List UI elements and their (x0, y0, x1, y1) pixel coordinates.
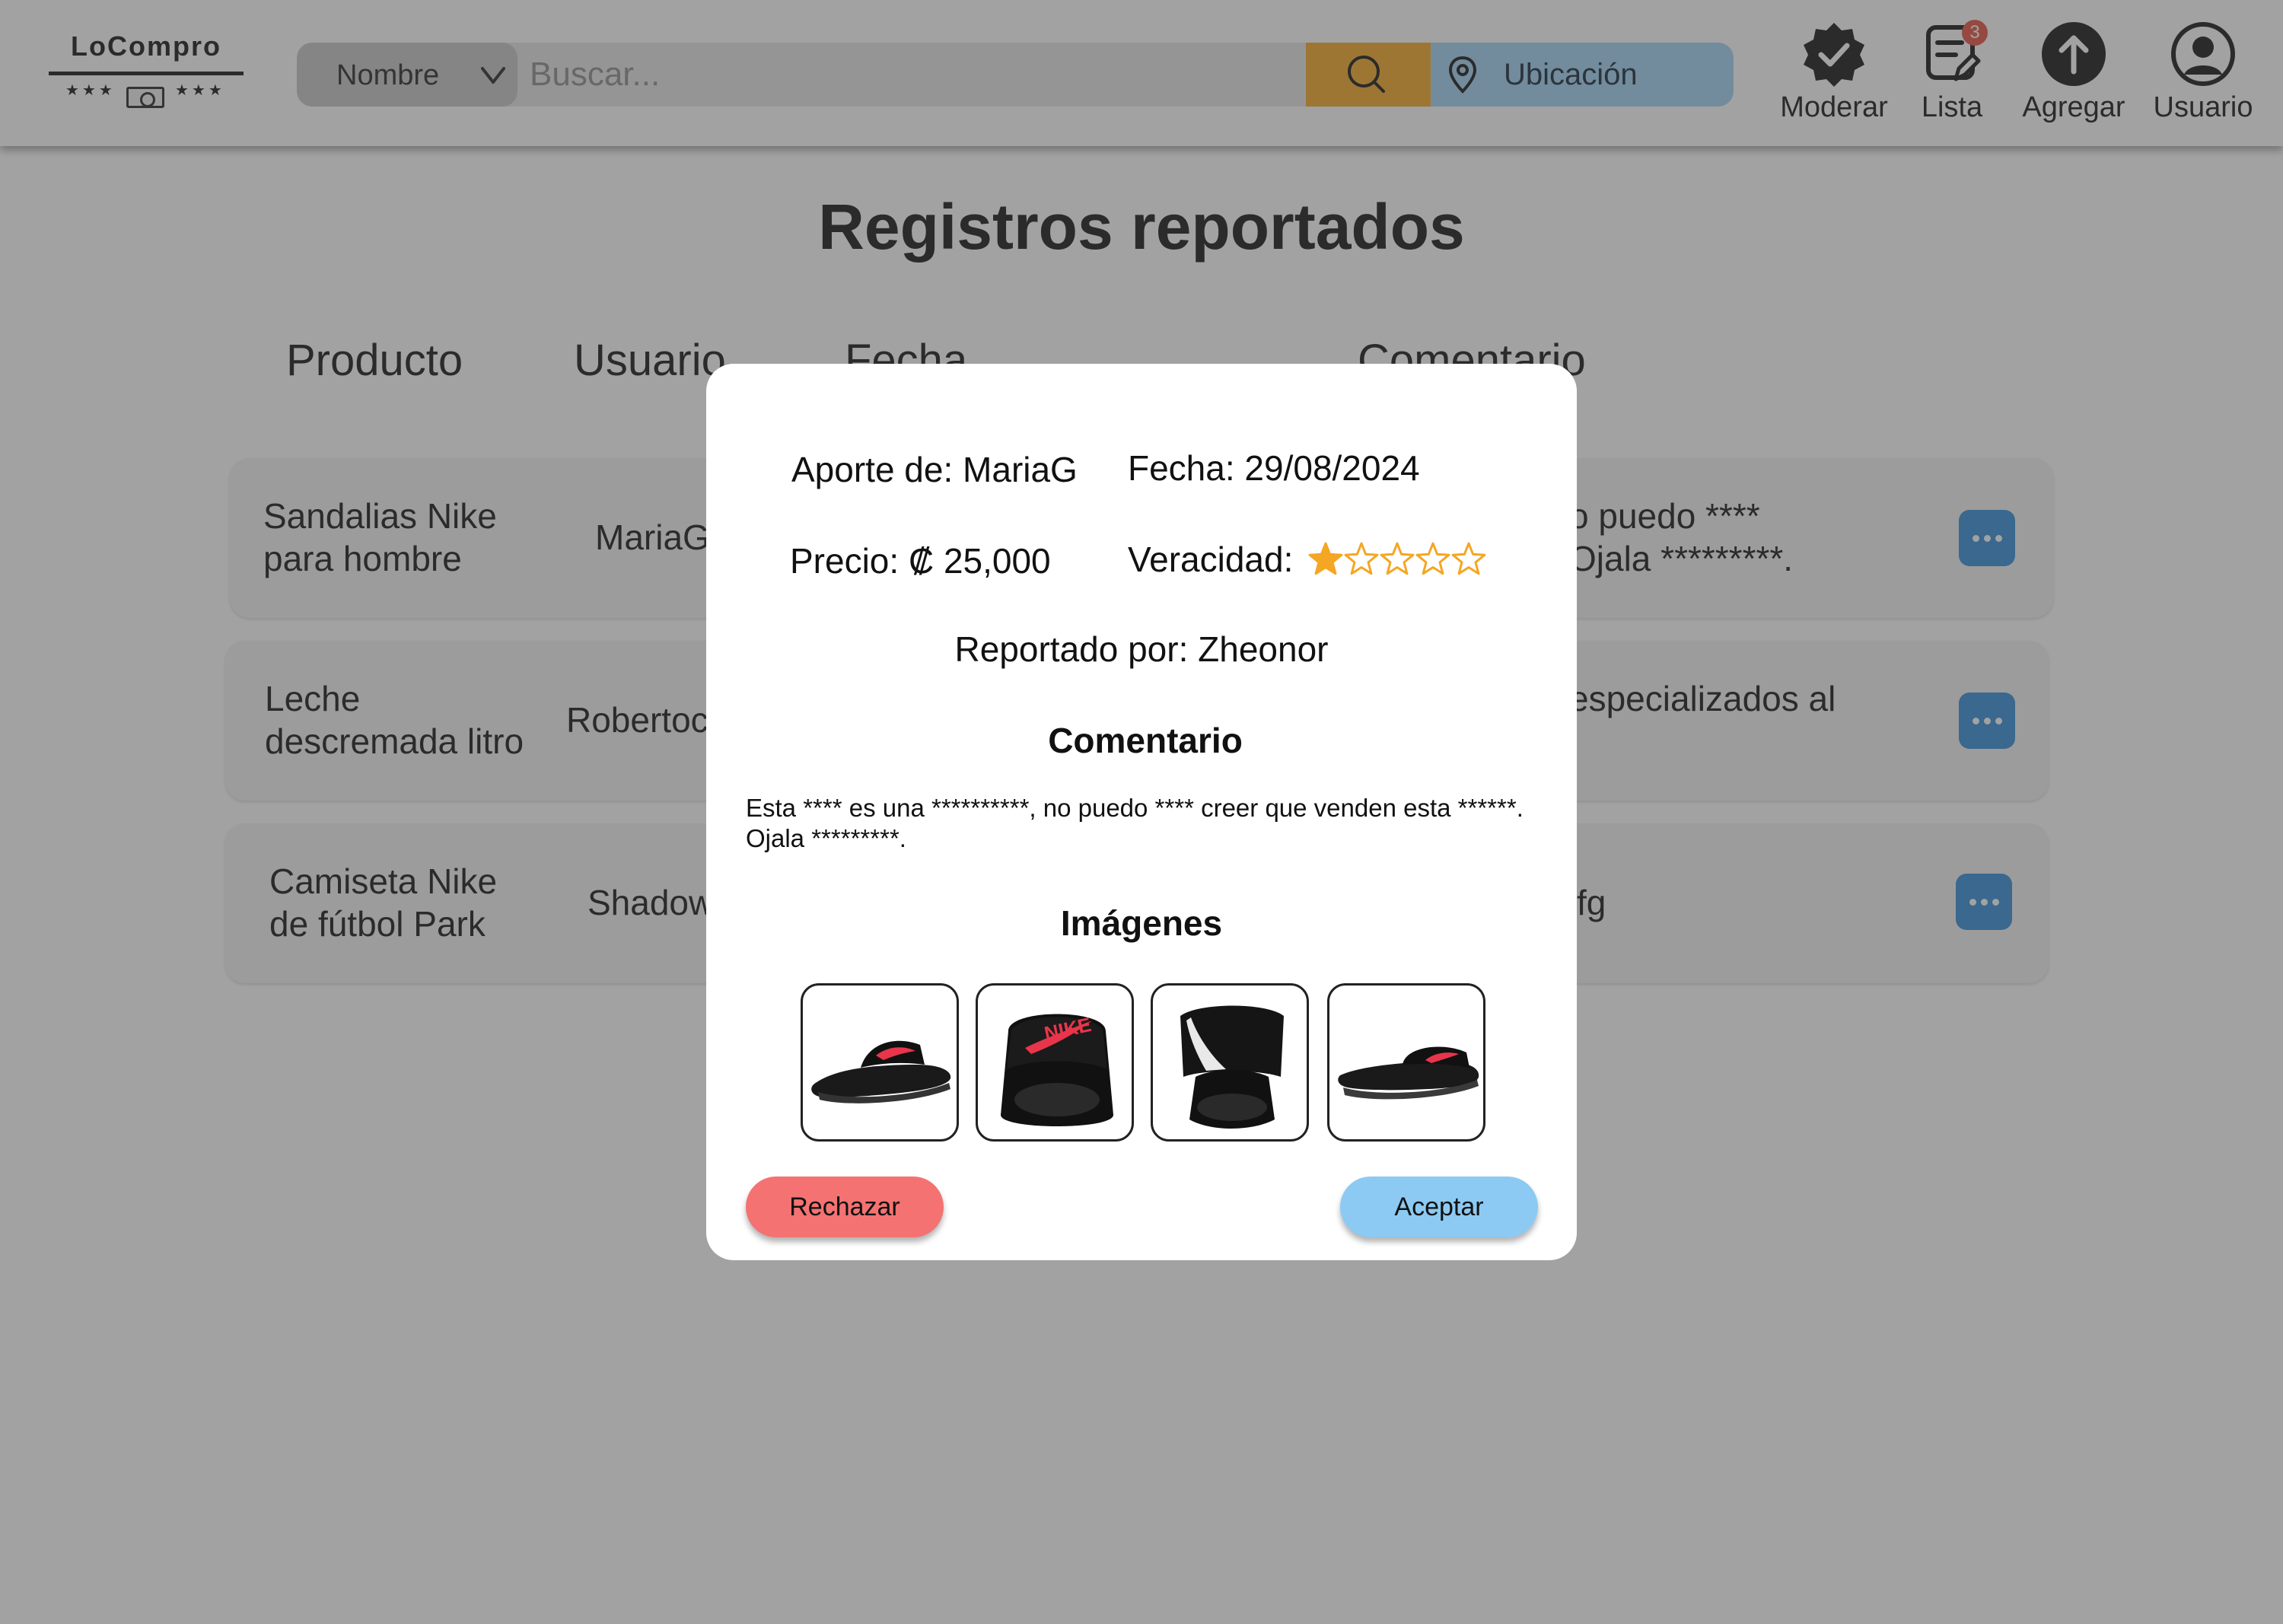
price: Precio: ₡ 25,000 (790, 541, 1051, 581)
veracity-label: Veracidad: (1128, 540, 1294, 579)
star-empty-icon (1415, 542, 1450, 575)
reject-button[interactable]: Rechazar (746, 1177, 944, 1237)
star-filled-icon (1308, 542, 1343, 575)
contribution-date: Fecha: 29/08/2024 (1128, 448, 1420, 488)
product-image[interactable] (801, 983, 959, 1142)
report-detail-modal: Aporte de: MariaG Fecha: 29/08/2024 Prec… (706, 364, 1577, 1260)
sandal-back-image (1180, 1005, 1284, 1129)
sandal-side-image (811, 1040, 951, 1103)
product-image[interactable]: NIKE (976, 983, 1134, 1142)
comment-heading: Comentario (1048, 721, 1243, 760)
comment-text: Esta **** es una **********, no puedo **… (746, 794, 1524, 852)
star-empty-icon (1451, 542, 1486, 575)
contribution-author: Aporte de: MariaG (791, 450, 1078, 489)
reported-by: Reportado por: Zheonor (954, 629, 1329, 669)
product-image[interactable] (1151, 983, 1309, 1142)
veracity-rating (1308, 542, 1486, 575)
sandal-profile-image (1338, 1046, 1479, 1100)
accept-button[interactable]: Aceptar (1340, 1177, 1538, 1237)
sandal-front-image: NIKE (1001, 1013, 1113, 1126)
product-image[interactable] (1327, 983, 1485, 1142)
images-heading: Imágenes (1060, 903, 1223, 943)
star-empty-icon (1380, 542, 1415, 575)
star-empty-icon (1344, 542, 1379, 575)
